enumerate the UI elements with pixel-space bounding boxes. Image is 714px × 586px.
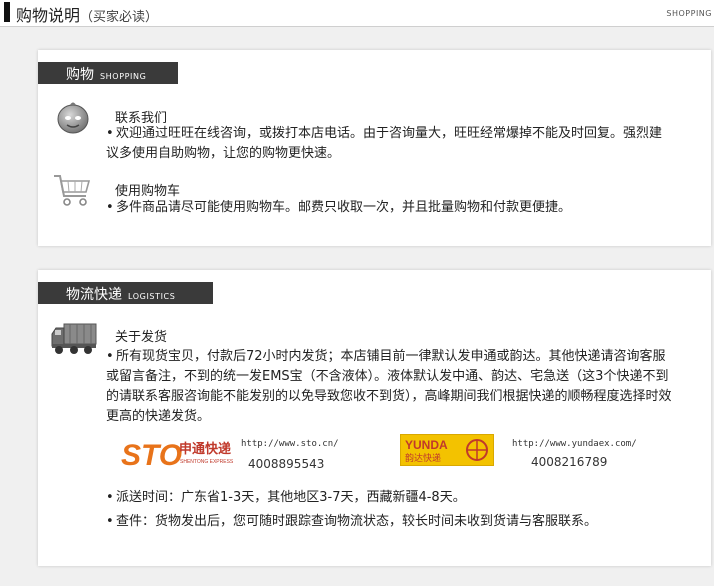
truck-icon [50, 320, 98, 356]
sto-logo-cn: 申通快递 [179, 441, 231, 457]
shopping-section: 购物 SHOPPING 联系我们 • 欢迎通过旺旺在线咨询，或拨打本店电话。由于咨询… [38, 50, 711, 246]
page-subtitle: （买家必读） [80, 10, 159, 25]
chat-bubble-icon [56, 100, 90, 136]
contact-text-item: • 欢迎通过旺旺在线咨询，或拨打本店电话。由于咨询量大，旺旺经常爆掉不能及时回复。… [106, 126, 663, 161]
sto-logo-en: SHENTONG EXPRESS [180, 459, 234, 465]
shopping-cart-icon [52, 172, 92, 208]
yunda-url[interactable]: http://www.yundaex.com/ [512, 439, 637, 449]
cart-text-item: • 多件商品请尽可能使用购物车。邮费只收取一次，并且批量购物和付款更便捷。 [106, 200, 572, 215]
logistics-section: 物流快递 LOGISTICS 关于发货 • 所有现货宝贝，付款后72小时内发货；本店… [38, 270, 711, 566]
contact-text: 欢迎通过旺旺在线咨询，或拨打本店电话。由于咨询量大，旺旺经常爆掉不能及时回复。强… [106, 126, 663, 161]
sto-phone: 4008895543 [248, 457, 325, 471]
header-right-label: SHOPPING [666, 9, 712, 18]
shopping-tab: 购物 SHOPPING [38, 62, 178, 84]
delivery-text: 所有现货宝贝，付款后72小时内发货；本店铺目前一律默认发申通或韵达。其他快递请咨… [106, 349, 672, 424]
time-text-item: • 派送时间：广东省1-3天，其他地区3-7天，西藏新疆4-8天。 [106, 490, 466, 505]
yunda-logo: YUNDA 韵达快递 [400, 434, 494, 466]
shopping-tab-subtitle: SHOPPING [100, 72, 147, 81]
delivery-title: 关于发货 [115, 330, 168, 345]
query-text-item: • 查件：货物发出后，您可随时跟踪查询物流状态，较长时间未收到货请与客服联系。 [106, 514, 598, 529]
time-text: 派送时间：广东省1-3天，其他地区3-7天，西藏新疆4-8天。 [116, 490, 466, 505]
sto-logo: STO 申通快递 SHENTONG EXPRESS [119, 435, 239, 475]
logistics-tab-title: 物流快递 [66, 287, 122, 303]
shopping-tab-title: 购物 [66, 67, 94, 83]
yunda-logo-cn: 韵达快递 [405, 452, 441, 464]
yunda-phone: 4008216789 [531, 455, 608, 469]
sto-logo-text: STO [121, 439, 182, 472]
page-title-text: 购物说明 [16, 6, 81, 25]
page-title: 购物说明（买家必读） [16, 2, 158, 26]
query-text: 查件：货物发出后，您可随时跟踪查询物流状态，较长时间未收到货请与客服联系。 [116, 514, 598, 529]
logistics-tab-subtitle: LOGISTICS [128, 292, 176, 301]
delivery-text-item: • 所有现货宝贝，付款后72小时内发货；本店铺目前一律默认发申通或韵达。其他快递请… [106, 349, 672, 424]
yunda-logo-text: YUNDA [405, 438, 448, 452]
page-header: 购物说明（买家必读） SHOPPING [0, 0, 714, 27]
header-mark [4, 2, 10, 22]
sto-url[interactable]: http://www.sto.cn/ [241, 439, 339, 449]
cart-text: 多件商品请尽可能使用购物车。邮费只收取一次，并且批量购物和付款更便捷。 [116, 200, 572, 215]
cart-title: 使用购物车 [115, 184, 181, 199]
logistics-tab: 物流快递 LOGISTICS [38, 282, 213, 304]
